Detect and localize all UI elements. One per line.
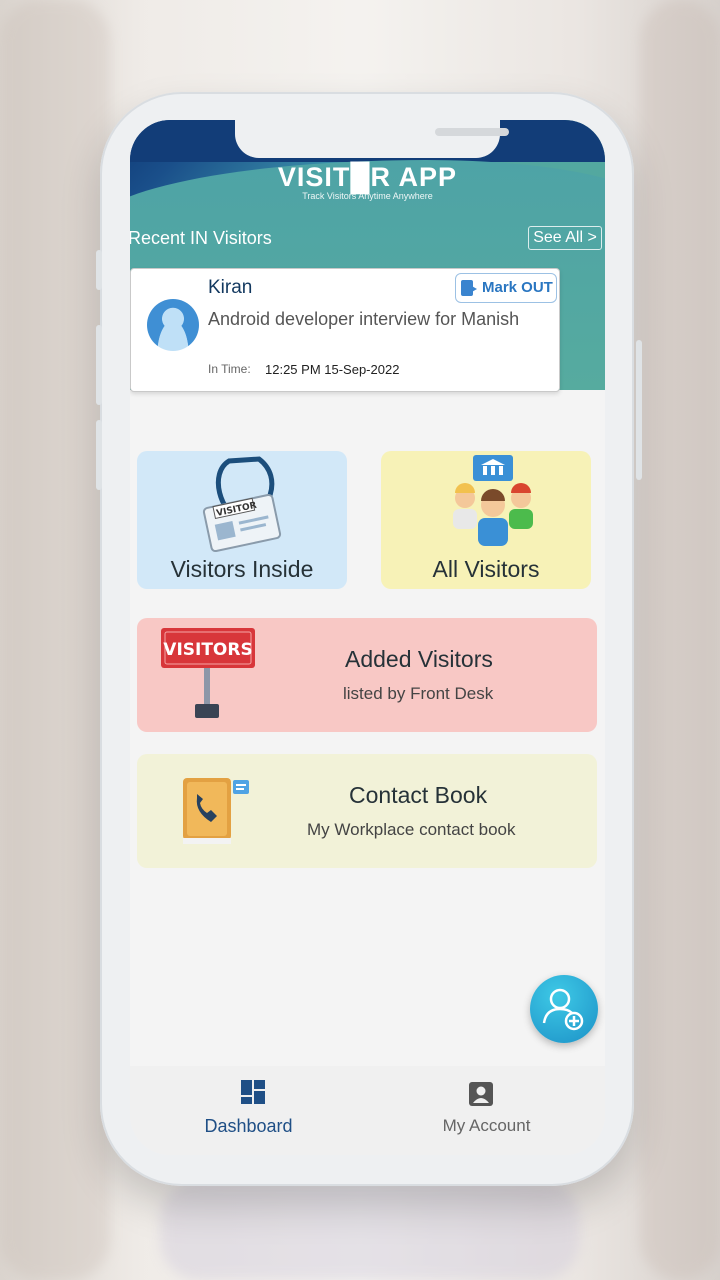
added-visitors-tile[interactable]: VISITORS Added Visitors listed by Front …	[137, 618, 597, 732]
recent-visitors-title: Recent IN Visitors	[130, 228, 272, 248]
added-visitors-title: Added Visitors	[345, 646, 493, 672]
nav-dashboard-label: Dashboard	[204, 1116, 293, 1136]
visitor-avatar	[147, 299, 199, 351]
recent-visitor-card[interactable]: Kiran Android developer interview for Ma…	[130, 268, 560, 392]
sign-text: VISITORS	[163, 640, 252, 660]
contact-book-icon	[183, 778, 249, 844]
added-visitors-subtitle: listed by Front Desk	[343, 684, 494, 703]
speaker-grille	[435, 128, 509, 136]
phone-notch	[235, 120, 509, 158]
background-bottom	[160, 1180, 580, 1280]
background-left	[0, 0, 110, 1280]
nav-my-account-label: My Account	[442, 1116, 531, 1135]
account-icon	[469, 1082, 493, 1106]
visitors-sign-icon: VISITORS	[161, 628, 255, 718]
in-time-value: 12:25 PM 15-Sep-2022	[265, 362, 400, 377]
all-visitors-label: All Visitors	[432, 556, 540, 582]
see-all-button[interactable]: See All >	[528, 226, 602, 250]
exit-icon	[461, 280, 477, 296]
app-screen: VISIT█R APP Track Visitors Anytime Anywh…	[130, 120, 605, 1155]
nav-my-account[interactable]: My Account	[368, 1066, 605, 1155]
visitor-badge-icon: VISITOR	[202, 456, 282, 553]
all-visitors-tile[interactable]: All Visitors	[381, 451, 591, 589]
visitor-purpose: Android developer interview for Manish	[208, 309, 520, 329]
visitors-inside-tile[interactable]: VISITOR Visitors Inside	[137, 451, 347, 589]
phone-side-button	[96, 250, 102, 290]
phone-volume-up	[96, 325, 102, 405]
logo-subtitle: Track Visitors Anytime Anywhere	[302, 191, 433, 201]
contact-book-title: Contact Book	[349, 782, 488, 808]
contact-book-tile[interactable]: Contact Book My Workplace contact book	[137, 754, 597, 868]
phone-power-button	[636, 340, 642, 480]
app-logo: VISIT█R APP Track Visitors Anytime Anywh…	[130, 162, 605, 201]
logo-title: VISIT█R APP	[277, 162, 458, 192]
bottom-navigation: Dashboard My Account	[130, 1066, 605, 1155]
nav-dashboard[interactable]: Dashboard	[130, 1066, 367, 1155]
add-user-icon	[542, 988, 584, 1031]
phone-volume-down	[96, 420, 102, 490]
in-time-label: In Time:	[208, 362, 251, 376]
mark-out-label: Mark OUT	[482, 279, 553, 296]
background-right	[640, 0, 720, 1280]
visitor-name: Kiran	[208, 277, 253, 298]
visitors-inside-label: Visitors Inside	[170, 556, 314, 582]
visitor-group-icon	[453, 455, 533, 546]
contact-book-subtitle: My Workplace contact book	[307, 820, 516, 839]
dashboard-icon	[241, 1080, 265, 1104]
add-visitor-fab[interactable]	[530, 975, 598, 1043]
mark-out-button[interactable]: Mark OUT	[455, 273, 557, 303]
